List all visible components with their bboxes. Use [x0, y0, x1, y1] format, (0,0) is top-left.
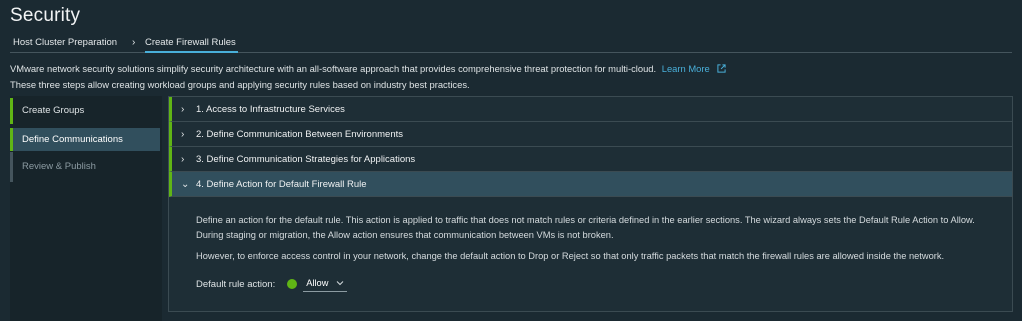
step-review-publish[interactable]: Review & Publish — [10, 152, 160, 182]
chevron-right-icon: › — [181, 129, 185, 140]
description-line-1: VMware network security solutions simpli… — [10, 63, 657, 74]
breadcrumb-tabs: Host Cluster Preparation › Create Firewa… — [10, 37, 1012, 53]
section-header-4[interactable]: ⌄ 4. Define Action for Default Firewall … — [169, 172, 1012, 197]
default-rule-action-row: Default rule action: Allow — [196, 276, 348, 292]
chevron-down-icon — [337, 281, 344, 286]
section-title: 1. Access to Infrastructure Services — [196, 104, 345, 115]
section-4-body: Define an action for the default rule. T… — [169, 197, 1012, 311]
description-line-2: These three steps allow creating workloa… — [10, 79, 470, 90]
chevron-down-icon: ⌄ — [181, 179, 190, 190]
section-4-paragraph-1: Define an action for the default rule. T… — [196, 215, 975, 240]
tab-label: Create Firewall Rules — [145, 37, 238, 53]
chevron-right-icon: › — [181, 154, 185, 165]
allow-status-icon — [287, 279, 298, 289]
step-define-communications[interactable]: Define Communications — [10, 128, 160, 151]
external-link-icon[interactable] — [717, 62, 726, 77]
section-header-1[interactable]: › 1. Access to Infrastructure Services — [169, 97, 1012, 122]
tab-host-cluster-preparation[interactable]: Host Cluster Preparation — [13, 37, 117, 53]
chevron-right-icon: › — [132, 37, 136, 48]
learn-more-link[interactable]: Learn More — [662, 63, 710, 74]
section-header-3[interactable]: › 3. Define Communication Strategies for… — [169, 147, 1012, 172]
page-title: Security — [10, 5, 81, 26]
default-rule-action-select[interactable]: Allow — [303, 277, 348, 292]
sections-accordion: › 1. Access to Infrastructure Services ›… — [168, 96, 1013, 312]
page-description: VMware network security solutions simpli… — [10, 61, 1015, 92]
wizard-steps: Create Groups Define Communications Revi… — [10, 96, 162, 321]
default-rule-action-value: Allow — [306, 278, 329, 288]
section-title: 4. Define Action for Default Firewall Ru… — [196, 179, 367, 190]
default-rule-action-label: Default rule action: — [196, 278, 276, 290]
section-title: 2. Define Communication Between Environm… — [196, 129, 403, 140]
section-title: 3. Define Communication Strategies for A… — [196, 154, 416, 165]
section-4-paragraph-2: However, to enforce access control in yo… — [196, 251, 945, 261]
tab-create-firewall-rules[interactable]: › Create Firewall Rules — [132, 37, 238, 53]
chevron-right-icon: › — [181, 104, 185, 115]
section-header-2[interactable]: › 2. Define Communication Between Enviro… — [169, 122, 1012, 147]
step-create-groups[interactable]: Create Groups — [10, 98, 160, 124]
